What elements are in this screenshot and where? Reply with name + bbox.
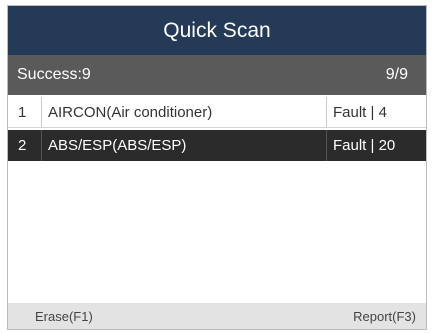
success-count: Success:9	[17, 66, 91, 83]
scan-progress: 9/9	[385, 66, 408, 83]
page-title: Quick Scan	[163, 18, 271, 42]
erase-button[interactable]: Erase(F1)	[35, 309, 93, 324]
fault-count: Fault | 4	[326, 97, 426, 127]
function-key-bar: Erase(F1) Report(F3)	[8, 303, 426, 329]
title-bar: Quick Scan	[8, 6, 426, 55]
row-index: 1	[18, 103, 27, 121]
row-index: 2	[18, 137, 27, 154]
fault-count: Fault | 20	[326, 130, 426, 161]
report-button[interactable]: Report(F3)	[353, 309, 416, 324]
system-row-selected[interactable]: 2 ABS/ESP(ABS/ESP) Fault | 20	[8, 130, 426, 161]
quick-scan-screen: Quick Scan Success:9 9/9 1 AIRCON(Air co…	[7, 5, 427, 330]
system-name: ABS/ESP(ABS/ESP)	[41, 130, 326, 161]
system-row[interactable]: 1 AIRCON(Air conditioner) Fault | 4	[8, 97, 426, 128]
system-name: AIRCON(Air conditioner)	[41, 97, 326, 127]
status-bar: Success:9 9/9	[8, 55, 426, 95]
